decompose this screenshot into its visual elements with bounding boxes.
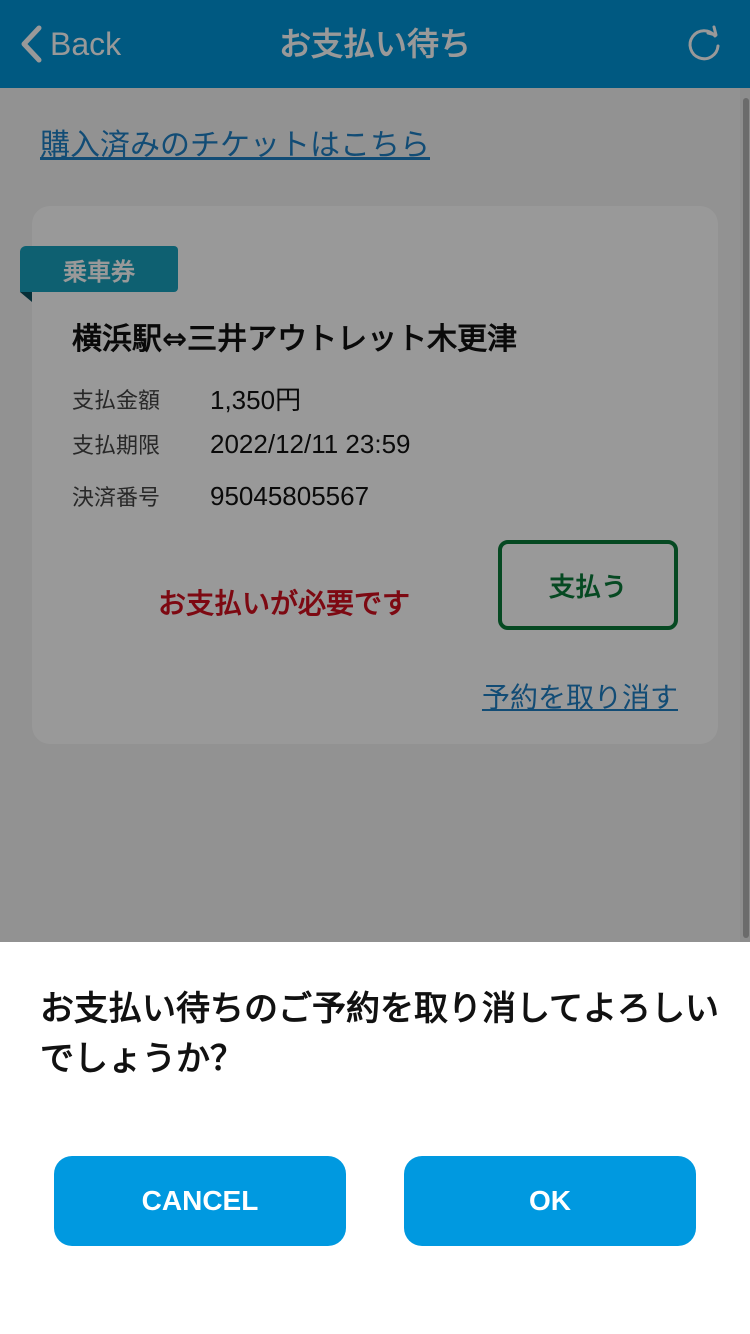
ok-button[interactable]: OK [404, 1156, 696, 1246]
modal-backdrop[interactable] [0, 0, 750, 942]
dialog-message: お支払い待ちのご予約を取り消してよろしいでしょうか？ [40, 989, 719, 1079]
cancel-button[interactable]: CANCEL [54, 1156, 346, 1246]
confirm-dialog: お支払い待ちのご予約を取り消してよろしいでしょうか？ CANCEL OK [0, 942, 750, 1334]
